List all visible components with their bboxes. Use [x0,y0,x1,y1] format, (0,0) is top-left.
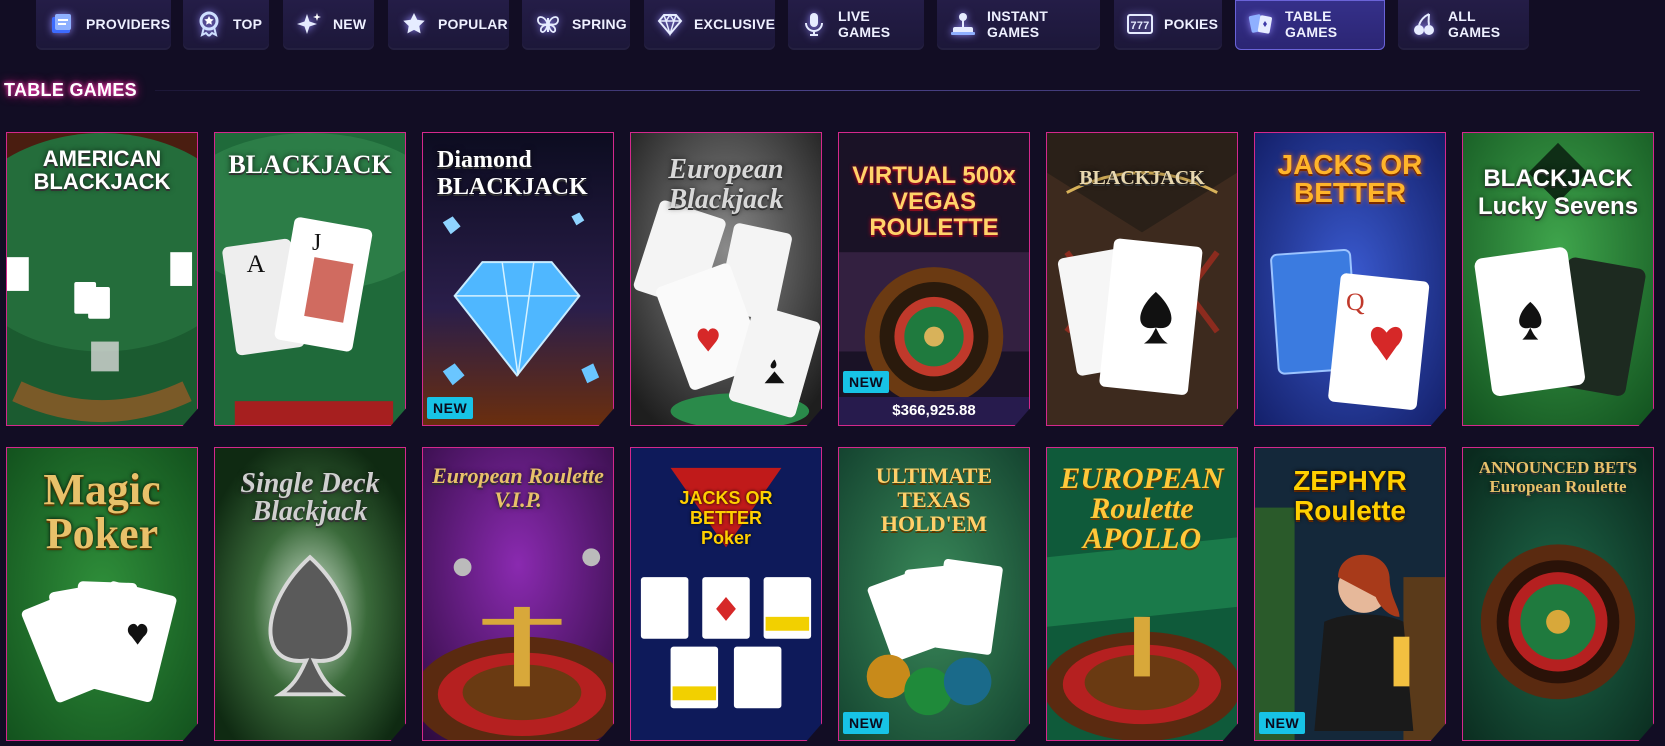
game-title: ZEPHYR Roulette [1293,465,1407,526]
medal-icon [195,9,223,39]
nav-label: EXCLUSIVE [694,16,776,32]
game-tile-jacks-or-better-poker[interactable]: JACKS OR BETTER Poker [630,447,822,741]
section-title: TABLE GAMES [4,80,137,100]
nav-label: INSTANT GAMES [987,8,1049,40]
providers-icon [48,9,76,39]
nav-spring[interactable]: SPRING [522,0,630,50]
nav-pokies[interactable]: 777 POKIES [1114,0,1222,50]
nav-label: NEW [333,16,367,32]
game-title: European Roulette V.I.P. [432,463,604,512]
game-tile-magic-poker[interactable]: Magic Poker [6,447,198,741]
svg-text:J: J [312,230,321,256]
game-title: JACKS OR BETTER [1277,149,1423,208]
game-title: ANNOUNCED BETS European Roulette [1478,458,1638,496]
game-tile-zephyr-roulette[interactable]: ZEPHYR Roulette NEW [1254,447,1446,741]
game-tile-european-blackjack[interactable]: European Blackjack [630,132,822,426]
game-tile-blackjack-lucky-sevens[interactable]: BLACKJACK Lucky Sevens [1462,132,1654,426]
new-badge: NEW [1259,712,1306,734]
nav-table-games[interactable]: TABLE GAMES [1235,0,1385,50]
game-tile-diamond-blackjack[interactable]: Diamond BLACKJACK NEW [422,132,614,426]
game-title: Diamond BLACKJACK [437,147,588,200]
nav-label: ALL GAMES [1448,8,1501,40]
svg-text:Q: Q [1346,287,1365,316]
game-tile-single-deck-blackjack[interactable]: Single Deck Blackjack [214,447,406,741]
nav-exclusive[interactable]: EXCLUSIVE [644,0,775,50]
new-badge: NEW [843,712,890,734]
nav-new[interactable]: NEW [283,0,374,50]
game-title: Magic Poker [43,465,161,558]
game-title: BLACKJACK [1079,167,1205,189]
cherries-icon [1410,9,1438,39]
game-title: AMERICAN BLACKJACK [33,146,171,194]
new-badge: NEW [427,397,474,419]
nav-label: TOP [233,16,263,32]
category-nav: PROVIDERS TOP NEW POPULAR SPRING EXCLUSI… [0,0,1665,50]
nav-live-games[interactable]: LIVE GAMES [788,0,924,50]
microphone-icon [800,9,828,39]
nav-top[interactable]: TOP [183,0,269,50]
game-tile-jacks-or-better[interactable]: Q JACKS OR BETTER [1254,132,1446,426]
nav-label: LIVE GAMES [838,8,891,40]
nav-popular[interactable]: POPULAR [388,0,509,50]
jackpot-amount: $366,925.88 [839,397,1029,425]
svg-text:A: A [247,249,266,278]
nav-label: POKIES [1164,16,1219,32]
section-divider [155,90,1640,91]
nav-label: TABLE GAMES [1285,8,1338,40]
nav-providers[interactable]: PROVIDERS [36,0,171,50]
game-title: EUROPEAN Roulette APOLLO [1060,462,1224,555]
slot-777-icon: 777 [1126,9,1154,39]
joystick-icon [949,9,977,39]
star-icon [400,9,428,39]
game-title: VIRTUAL 500x VEGAS ROULETTE [852,162,1016,241]
game-tile-announced-bets[interactable]: ANNOUNCED BETS European Roulette [1462,447,1654,741]
butterfly-icon [534,9,562,39]
nav-label: PROVIDERS [86,16,171,32]
game-tile-blackjack[interactable]: A J BLACKJACK [214,132,406,426]
nav-instant-games[interactable]: INSTANT GAMES [937,0,1100,50]
game-tile-ultimate-texas-holdem[interactable]: ULTIMATE TEXAS HOLD'EM NEW [838,447,1030,741]
nav-label: SPRING [572,16,627,32]
game-tile-blackjack-classic[interactable]: BLACKJACK [1046,132,1238,426]
game-title: ULTIMATE TEXAS HOLD'EM [875,463,993,536]
nav-all-games[interactable]: ALL GAMES [1398,0,1529,50]
game-tile-american-blackjack[interactable]: AMERICAN BLACKJACK [6,132,198,426]
new-badge: NEW [843,371,890,393]
nav-label: POPULAR [438,16,508,32]
svg-text:777: 777 [1131,20,1150,32]
game-title: JACKS OR BETTER Poker [679,488,773,548]
game-title: European Blackjack [668,154,784,215]
game-title: Single Deck Blackjack [240,468,380,527]
game-title: BLACKJACK Lucky Sevens [1477,165,1639,220]
cards-icon [1247,9,1275,39]
game-tile-virtual-vegas-roulette[interactable]: VIRTUAL 500x VEGAS ROULETTE $366,925.88 … [838,132,1030,426]
game-tile-european-roulette-apollo[interactable]: EUROPEAN Roulette APOLLO [1046,447,1238,741]
sparkle-icon [295,9,323,39]
game-tile-european-roulette-vip[interactable]: European Roulette V.I.P. [422,447,614,741]
game-title: BLACKJACK [228,150,392,179]
diamond-icon [656,9,684,39]
